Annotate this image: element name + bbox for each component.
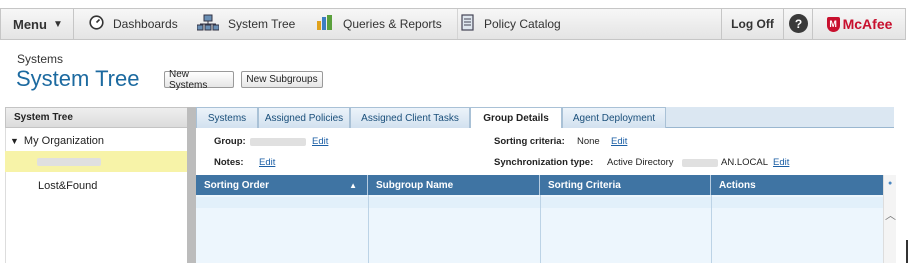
tree-panel <box>5 128 188 263</box>
top-nav-bar: Menu ▼ Dashboards System Tree Queries & … <box>0 8 906 40</box>
column-actions[interactable]: Actions <box>711 175 883 195</box>
scroll-up-icon[interactable]: ︿ <box>885 207 896 223</box>
network-computers-icon <box>196 14 220 35</box>
vertical-scrollbar[interactable]: ● ︿ <box>883 175 896 263</box>
tab-group-details[interactable]: Group Details <box>470 107 562 129</box>
help-icon[interactable]: ? <box>789 14 808 33</box>
subgroup-grid-body <box>196 195 883 263</box>
nav-item-queries-reports[interactable]: Queries & Reports <box>316 9 442 39</box>
nav-label-policy-catalog: Policy Catalog <box>484 17 561 31</box>
nav-item-policy-catalog[interactable]: Policy Catalog <box>461 9 561 39</box>
menu-button[interactable]: Menu ▼ <box>1 9 74 39</box>
chevron-down-icon: ▼ <box>52 18 63 30</box>
sorting-criteria-value: None <box>577 136 600 147</box>
tree-header: System Tree <box>5 107 188 128</box>
nav-item-dashboards[interactable]: Dashboards <box>89 9 178 39</box>
brand-name: McAfee <box>842 16 893 32</box>
redacted-group-value <box>250 138 306 146</box>
sort-ascending-icon[interactable]: ▲ <box>349 181 357 190</box>
tab-agent-deployment[interactable]: Agent Deployment <box>562 107 666 128</box>
sorting-criteria-label: Sorting criteria: <box>494 136 565 147</box>
edit-sync-link[interactable]: Edit <box>773 157 789 168</box>
tree-item-lost-found[interactable]: Lost&Found <box>38 180 97 192</box>
edit-sorting-link[interactable]: Edit <box>611 136 627 147</box>
new-systems-button[interactable]: New Systems <box>164 69 234 91</box>
window-edge <box>906 240 908 263</box>
column-sorting-order[interactable]: Sorting Order ▲ <box>196 175 368 195</box>
breadcrumb[interactable]: Systems <box>17 52 63 66</box>
redacted-sync-domain <box>682 159 718 167</box>
page-title: System Tree <box>16 66 140 91</box>
reports-chart-icon <box>316 14 334 34</box>
tree-item-my-organization[interactable]: ▼ My Organization <box>10 135 104 147</box>
group-label: Group: <box>214 136 246 147</box>
column-sorting-criteria[interactable]: Sorting Criteria <box>540 175 711 195</box>
expand-triangle-icon[interactable]: ▼ <box>10 136 19 146</box>
log-off-button[interactable]: Log Off <box>721 9 784 39</box>
sync-type-value: Active Directory <box>607 157 674 168</box>
edit-group-link[interactable]: Edit <box>312 136 328 147</box>
sync-domain-suffix: AN.LOCAL <box>721 157 768 168</box>
nav-label-dashboards: Dashboards <box>113 17 178 31</box>
redacted-group-name <box>37 158 101 166</box>
dashboard-gauge-icon <box>89 15 104 33</box>
column-divider <box>540 195 541 263</box>
column-label: Subgroup Name <box>376 179 454 191</box>
tab-systems[interactable]: Systems <box>196 107 258 128</box>
policy-document-icon <box>461 14 475 34</box>
mcafee-shield-icon: M <box>826 16 840 32</box>
nav-separator <box>457 9 458 39</box>
column-options-icon[interactable]: ● <box>888 180 892 187</box>
subgroup-grid-header: Sorting Order ▲ Subgroup Name Sorting Cr… <box>196 175 883 195</box>
column-divider <box>368 195 369 263</box>
detail-tabs: Systems Assigned Policies Assigned Clien… <box>196 107 894 129</box>
new-subgroups-button[interactable]: New Subgroups <box>241 71 323 88</box>
panel-splitter[interactable] <box>187 107 196 263</box>
column-label: Actions <box>719 179 756 191</box>
mcafee-logo: M McAfee <box>812 9 906 39</box>
column-label: Sorting Order <box>204 179 270 191</box>
sync-type-label: Synchronization type: <box>494 157 594 168</box>
column-subgroup-name[interactable]: Subgroup Name <box>368 175 540 195</box>
tab-assigned-client-tasks[interactable]: Assigned Client Tasks <box>350 107 470 128</box>
tree-item-selected-group[interactable] <box>5 151 187 172</box>
nav-item-system-tree[interactable]: System Tree <box>196 9 296 39</box>
nav-label-queries-reports: Queries & Reports <box>343 17 442 31</box>
edit-notes-link[interactable]: Edit <box>259 157 275 168</box>
column-label: Sorting Criteria <box>548 179 621 191</box>
notes-label: Notes: <box>214 157 244 168</box>
tree-root-label: My Organization <box>23 135 105 147</box>
column-divider <box>711 195 712 263</box>
menu-label: Menu <box>13 16 47 32</box>
tab-assigned-policies[interactable]: Assigned Policies <box>258 107 350 128</box>
nav-label-system-tree: System Tree <box>228 17 296 31</box>
